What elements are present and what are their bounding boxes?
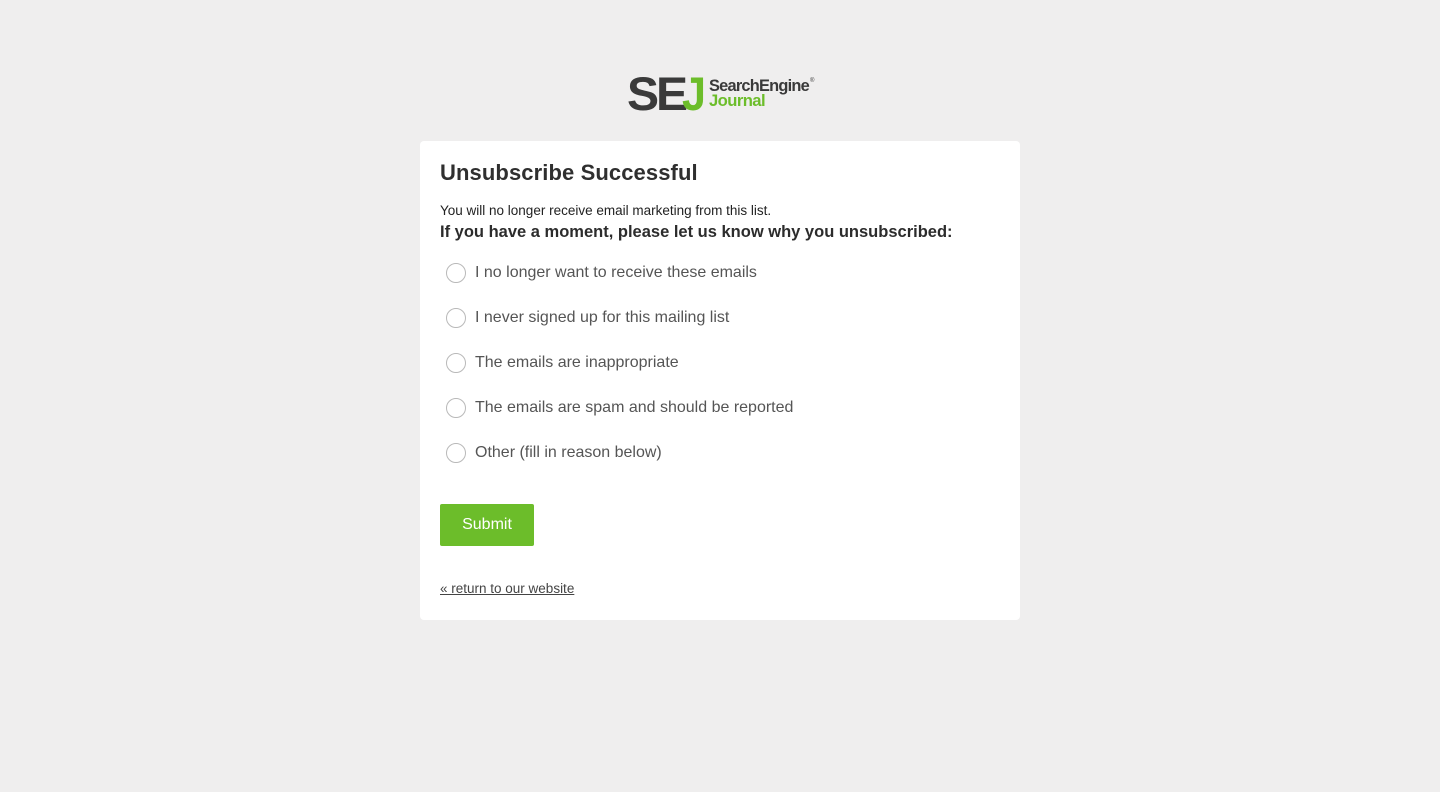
submit-button[interactable]: Submit	[440, 504, 534, 546]
reason-option-label: I never signed up for this mailing list	[475, 309, 730, 326]
radio-button[interactable]	[446, 353, 466, 373]
page-title: Unsubscribe Successful	[440, 160, 698, 185]
reason-options: I no longer want to receive these emails…	[446, 260, 793, 485]
radio-button[interactable]	[446, 443, 466, 463]
logo-se-mark: SE	[627, 70, 687, 112]
radio-button[interactable]	[446, 263, 466, 283]
sej-logo[interactable]: SE J SearchEngine ® Journal	[627, 70, 817, 112]
registered-mark: ®	[810, 77, 815, 84]
page-background: SE J SearchEngine ® Journal Unsubscribe …	[0, 0, 1440, 792]
reason-option-no-longer-want[interactable]: I no longer want to receive these emails	[446, 260, 793, 286]
reason-option-label: Other (fill in reason below)	[475, 444, 662, 461]
reason-option-spam[interactable]: The emails are spam and should be report…	[446, 395, 793, 421]
unsubscribe-notice: You will no longer receive email marketi…	[440, 203, 772, 218]
reason-option-label: The emails are inappropriate	[475, 354, 679, 371]
sej-logo-icon: SE J SearchEngine ® Journal	[627, 70, 815, 112]
reason-option-other[interactable]: Other (fill in reason below)	[446, 440, 793, 466]
reason-option-never-signed-up[interactable]: I never signed up for this mailing list	[446, 305, 793, 331]
reason-prompt: If you have a moment, please let us know…	[440, 223, 953, 241]
logo-j-mark: J	[682, 70, 706, 112]
reason-option-label: I no longer want to receive these emails	[475, 264, 757, 281]
return-to-website-link[interactable]: « return to our website	[440, 581, 574, 596]
radio-button[interactable]	[446, 308, 466, 328]
reason-option-inappropriate[interactable]: The emails are inappropriate	[446, 350, 793, 376]
logo-journal-text: Journal	[709, 91, 765, 110]
unsubscribe-card: Unsubscribe Successful You will no longe…	[420, 141, 1020, 620]
reason-option-label: The emails are spam and should be report…	[475, 399, 794, 416]
radio-button[interactable]	[446, 398, 466, 418]
